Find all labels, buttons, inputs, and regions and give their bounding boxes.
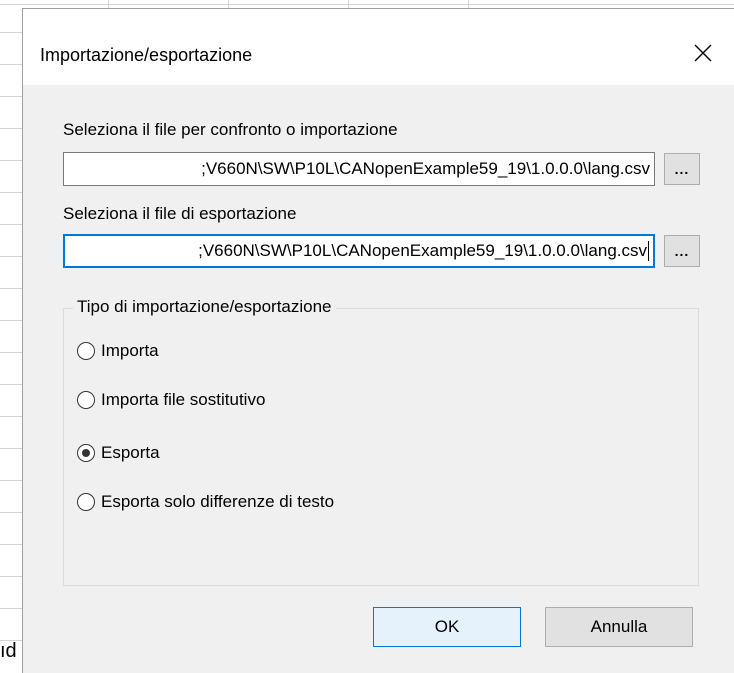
radio-label: Importa file sostitutivo <box>101 390 266 409</box>
export-file-path: ;V660N\SW\P10L\CANopenExample59_19\1.0.0… <box>198 241 647 260</box>
dialog-titlebar[interactable]: Importazione/esportazione <box>23 9 734 85</box>
radio-button[interactable] <box>77 342 95 360</box>
radio-option-importa-file-sostitutivo[interactable]: Importa file sostitutivo <box>77 388 265 412</box>
radio-option-esporta[interactable]: Esporta <box>77 441 160 465</box>
export-file-label: Seleziona il file di esportazione <box>63 204 297 223</box>
background-cell-text: ıd <box>0 640 17 662</box>
text-caret <box>648 241 649 261</box>
export-browse-button[interactable]: ... <box>664 235 700 267</box>
compare-file-input[interactable]: ;V660N\SW\P10L\CANopenExample59_19\1.0.0… <box>63 152 655 186</box>
radio-button-selected[interactable] <box>77 444 95 462</box>
radio-button[interactable] <box>77 391 95 409</box>
close-icon <box>694 44 712 62</box>
dialog-title: Importazione/esportazione <box>40 45 253 65</box>
compare-file-path: ;V660N\SW\P10L\CANopenExample59_19\1.0.0… <box>201 159 650 178</box>
radio-option-importa[interactable]: Importa <box>77 339 159 363</box>
radio-label: Esporta <box>101 443 160 462</box>
radio-label: Esporta solo differenze di testo <box>101 492 335 511</box>
ok-button[interactable]: OK <box>373 607 521 647</box>
close-button[interactable] <box>683 35 723 71</box>
export-file-input[interactable]: ;V660N\SW\P10L\CANopenExample59_19\1.0.0… <box>63 234 655 268</box>
radio-button[interactable] <box>77 493 95 511</box>
import-export-dialog: Importazione/esportazione Seleziona il f… <box>22 8 734 673</box>
radio-label: Importa <box>101 341 159 360</box>
group-title: Tipo di importazione/esportazione <box>73 297 336 317</box>
cancel-button[interactable]: Annulla <box>545 607 693 647</box>
compare-browse-button[interactable]: ... <box>664 153 700 185</box>
compare-file-label: Seleziona il file per confronto o import… <box>63 120 398 139</box>
radio-option-esporta-solo-differenze[interactable]: Esporta solo differenze di testo <box>77 490 334 514</box>
